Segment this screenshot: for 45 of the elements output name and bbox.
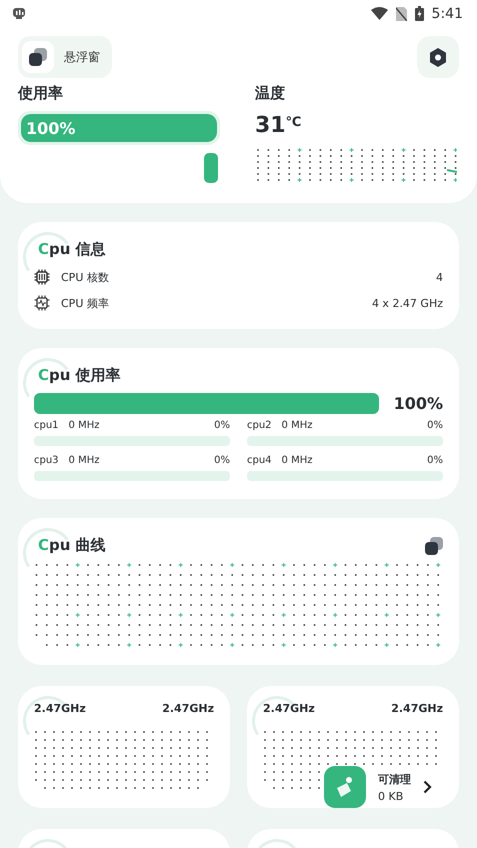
clean-label: 可清理 [378,772,411,786]
core-percent: 0% [427,455,443,466]
temperature-value: 31 [255,113,286,138]
info-value: 4 [436,270,443,284]
core-frequency: 0 MHz [68,420,100,431]
core-frequency: 0 MHz [282,420,312,431]
core-percent: 0% [214,420,230,431]
card-title: Cpu 信息 [38,240,107,259]
max-frequency: 2.47GHz [162,702,214,715]
hexagon-nut-icon [429,48,447,66]
card-title: Cpu 曲线 [38,536,106,555]
chevron-right-icon [423,780,432,794]
core-percent: 0% [427,420,443,431]
usage-title: 使用率 [18,84,64,103]
core-name: cpu3 [34,455,59,466]
settings-button[interactable] [417,36,459,78]
history-bar [204,153,218,183]
core-name: cpu1 [34,420,59,431]
wifi-icon [370,7,388,20]
info-label: CPU 核数 [61,270,109,284]
cpu-usage-reading: 100% [394,394,443,413]
notification-icon [12,7,26,20]
temperature-title: 温度 [255,84,286,103]
card-title: Cpu 使用率 [38,366,122,385]
floating-window-button[interactable]: 悬浮窗 [18,36,112,78]
max-frequency: 2.47GHz [391,702,443,715]
info-label: CPU 频率 [61,296,109,310]
no-sim-icon [396,6,407,20]
core-name: cpu2 [247,420,272,431]
chip-icon [34,269,50,285]
info-value: 4 x 2.47 GHz [372,296,443,310]
stacked-squares-icon[interactable] [425,536,443,554]
clean-size: 0 KB [378,790,404,802]
core-frequency: 0 MHz [68,455,100,466]
clock-time: 5:41 [432,6,463,22]
min-frequency: 2.47GHz [34,702,86,715]
usage-reading: 100% [26,119,76,138]
core-name: cpu4 [247,455,272,466]
battery-icon [414,6,424,21]
chip-pulse-icon [34,295,50,311]
min-frequency: 2.47GHz [263,702,315,715]
stacked-squares-icon [28,47,48,67]
core-frequency: 0 MHz [282,455,312,466]
core-percent: 0% [214,455,230,466]
temperature-unit: ℃ [286,115,302,130]
